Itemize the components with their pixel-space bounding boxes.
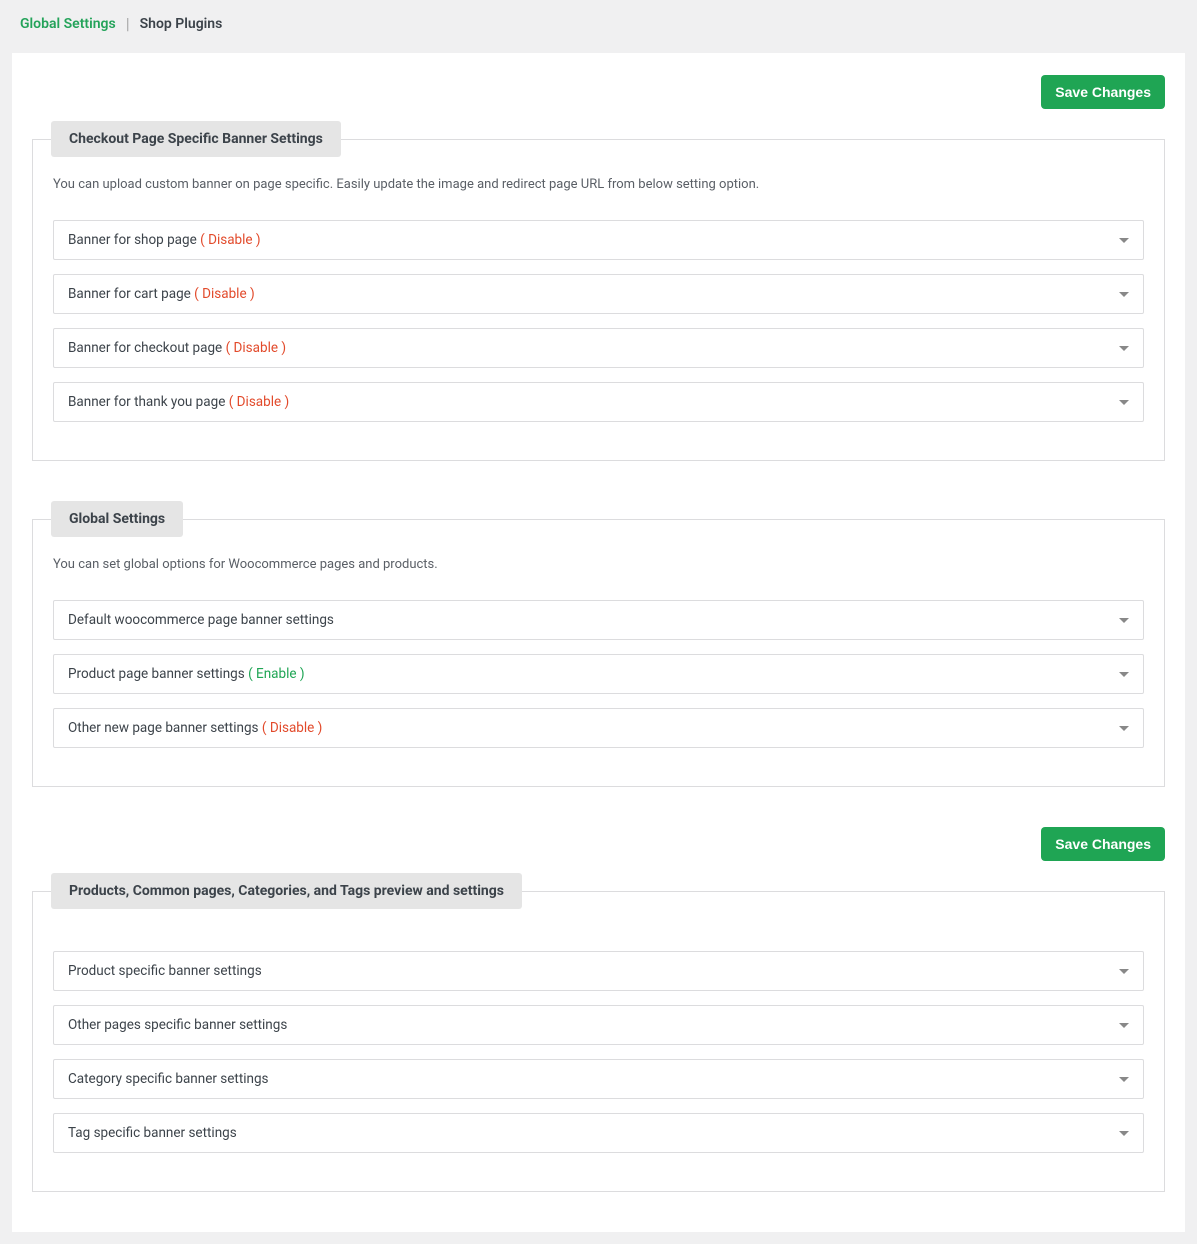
tabs-header: Global Settings | Shop Plugins	[0, 0, 1197, 47]
tab-separator: |	[126, 14, 130, 33]
chevron-down-icon	[1119, 969, 1129, 974]
section-global-settings: Global Settings You can set global optio…	[32, 501, 1165, 787]
accordion-label: Other pages specific banner settings	[68, 1017, 287, 1033]
tab-global-settings[interactable]: Global Settings	[20, 16, 116, 32]
chevron-down-icon	[1119, 400, 1129, 405]
accordion-other-new-page-banner[interactable]: Other new page banner settings ( Disable…	[53, 708, 1144, 748]
accordion-category-specific[interactable]: Category specific banner settings	[53, 1059, 1144, 1099]
accordion-label: Banner for thank you page ( Disable )	[68, 394, 289, 410]
chevron-down-icon	[1119, 1131, 1129, 1136]
status-badge: ( Enable )	[248, 666, 305, 682]
accordion-label: Banner for checkout page ( Disable )	[68, 340, 286, 356]
accordion-product-specific[interactable]: Product specific banner settings	[53, 951, 1144, 991]
accordion-label: Banner for shop page ( Disable )	[68, 232, 261, 248]
accordion-label: Banner for cart page ( Disable )	[68, 286, 255, 302]
chevron-down-icon	[1119, 672, 1129, 677]
accordion-product-page-banner[interactable]: Product page banner settings ( Enable )	[53, 654, 1144, 694]
accordion-label: Other new page banner settings ( Disable…	[68, 720, 322, 736]
accordion-tag-specific[interactable]: Tag specific banner settings	[53, 1113, 1144, 1153]
accordion-label: Default woocommerce page banner settings	[68, 612, 334, 628]
save-button[interactable]: Save Changes	[1041, 827, 1165, 861]
accordion-banner-cart[interactable]: Banner for cart page ( Disable )	[53, 274, 1144, 314]
chevron-down-icon	[1119, 618, 1129, 623]
accordion-banner-thankyou[interactable]: Banner for thank you page ( Disable )	[53, 382, 1144, 422]
chevron-down-icon	[1119, 1077, 1129, 1082]
accordion-label: Tag specific banner settings	[68, 1125, 237, 1141]
save-button[interactable]: Save Changes	[1041, 75, 1165, 109]
status-badge: ( Disable )	[200, 232, 261, 248]
accordion-other-pages-specific[interactable]: Other pages specific banner settings	[53, 1005, 1144, 1045]
chevron-down-icon	[1119, 1023, 1129, 1028]
status-badge: ( Disable )	[229, 394, 290, 410]
accordion-banner-checkout[interactable]: Banner for checkout page ( Disable )	[53, 328, 1144, 368]
section-products-categories-tags: Products, Common pages, Categories, and …	[32, 873, 1165, 1192]
section-title: Global Settings	[51, 501, 183, 537]
settings-panel: Save Changes Checkout Page Specific Bann…	[12, 53, 1185, 1232]
accordion-default-woo-banner[interactable]: Default woocommerce page banner settings	[53, 600, 1144, 640]
section-title: Products, Common pages, Categories, and …	[51, 873, 522, 909]
accordion-label: Category specific banner settings	[68, 1071, 269, 1087]
status-badge: ( Disable )	[262, 720, 323, 736]
chevron-down-icon	[1119, 346, 1129, 351]
section-description: You can upload custom banner on page spe…	[53, 177, 1144, 192]
accordion-label: Product page banner settings ( Enable )	[68, 666, 305, 682]
accordion-banner-shop[interactable]: Banner for shop page ( Disable )	[53, 220, 1144, 260]
status-badge: ( Disable )	[194, 286, 255, 302]
section-checkout-banner: Checkout Page Specific Banner Settings Y…	[32, 121, 1165, 461]
chevron-down-icon	[1119, 726, 1129, 731]
section-title: Checkout Page Specific Banner Settings	[51, 121, 341, 157]
accordion-label: Product specific banner settings	[68, 963, 262, 979]
section-description: You can set global options for Woocommer…	[53, 557, 1144, 572]
chevron-down-icon	[1119, 292, 1129, 297]
status-badge: ( Disable )	[226, 340, 287, 356]
chevron-down-icon	[1119, 238, 1129, 243]
tab-shop-plugins[interactable]: Shop Plugins	[140, 16, 223, 32]
